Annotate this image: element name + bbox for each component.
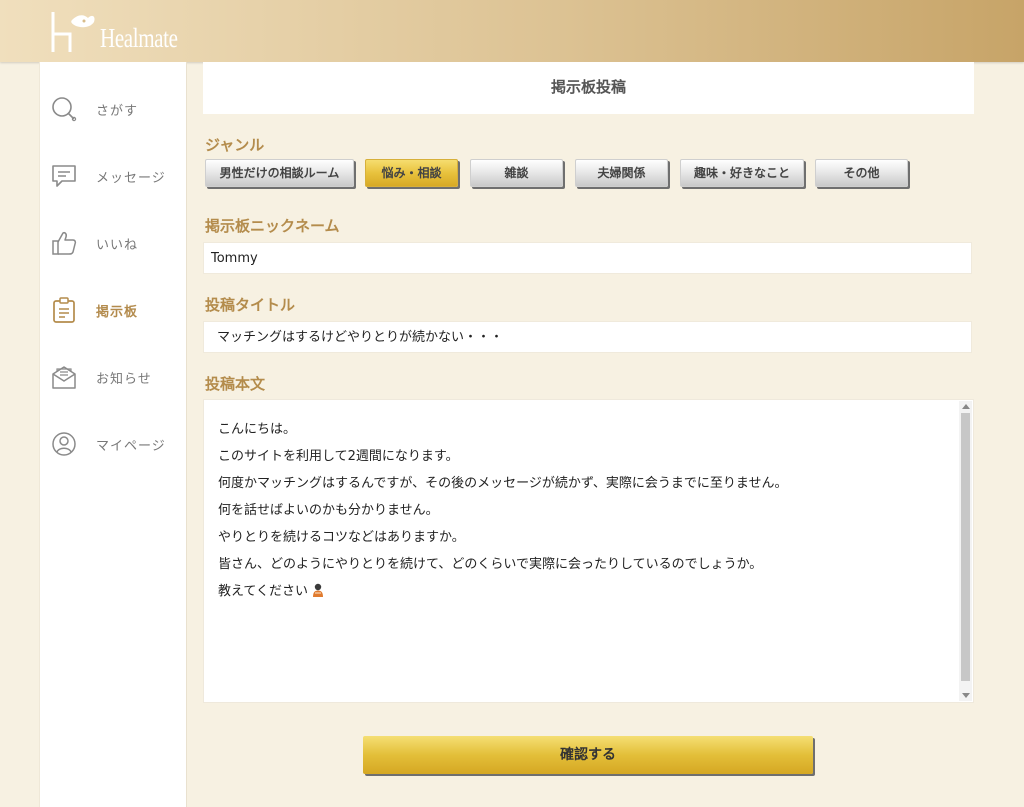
genre-option-other[interactable]: その他: [815, 159, 908, 187]
app-header: Healmate: [0, 0, 1024, 62]
sidebar-item-messages[interactable]: メッセージ: [50, 156, 180, 196]
healmate-logo[interactable]: Healmate: [48, 6, 199, 56]
post-body-textarea[interactable]: こんにちは。 このサイトを利用して2週間になります。 何度かマッチングはするんで…: [203, 399, 974, 703]
body-line: 何度かマッチングはするんですが、その後のメッセージが続かず、実際に会うまでに至り…: [218, 476, 788, 491]
user-icon: [52, 432, 76, 456]
scroll-thumb[interactable]: [961, 413, 970, 681]
sidebar-item-label: さがす: [96, 103, 139, 119]
genre-label: ジャンル: [205, 136, 265, 154]
sidebar-item-search[interactable]: さがす: [50, 89, 180, 129]
post-body-label: 投稿本文: [205, 375, 266, 393]
genre-option-hobby[interactable]: 趣味・好きなこと: [680, 159, 804, 187]
post-title-input[interactable]: マッチングはするけどやりとりが続かない・・・: [203, 321, 972, 353]
confirm-button[interactable]: 確認する: [363, 736, 813, 774]
body-line: このサイトを利用して2週間になります。: [218, 449, 459, 464]
textarea-scrollbar[interactable]: [959, 401, 972, 701]
sidebar: さがす メッセージ いいね 掲示板 お知らせ マイページ: [39, 62, 187, 807]
sidebar-item-likes[interactable]: いいね: [50, 223, 180, 263]
post-title-label: 投稿タイトル: [205, 296, 296, 314]
body-line-last: 教えてください: [218, 578, 788, 605]
genre-option-chat[interactable]: 雑談: [470, 159, 563, 187]
logo-text: Healmate: [100, 23, 178, 53]
logo-mark-icon: [51, 12, 95, 52]
sidebar-item-label: いいね: [96, 237, 139, 253]
body-line-text: 教えてください: [218, 584, 308, 599]
mail-icon: [52, 366, 76, 389]
scroll-up-icon[interactable]: [962, 404, 970, 409]
clipboard-icon: [53, 297, 75, 323]
body-line: 皆さん、どのようにやりとりを続けて、どのくらいで実際に会ったりしているのでしょう…: [218, 557, 763, 572]
sidebar-item-notices[interactable]: お知らせ: [50, 357, 180, 397]
nickname-label: 掲示板ニックネーム: [205, 217, 340, 235]
sidebar-item-mypage[interactable]: マイページ: [50, 424, 180, 464]
person-bowing-emoji-icon: [312, 583, 323, 597]
post-body-text: こんにちは。 このサイトを利用して2週間になります。 何度かマッチングはするんで…: [218, 416, 788, 605]
body-line: こんにちは。: [218, 422, 297, 437]
page-title: 掲示板投稿: [203, 62, 974, 114]
body-line: 何を話せばよいのかも分かりません。: [218, 503, 439, 518]
scroll-down-icon[interactable]: [962, 693, 970, 698]
sidebar-item-label: メッセージ: [96, 170, 166, 186]
nickname-input[interactable]: Tommy: [203, 242, 972, 274]
genre-option-couple[interactable]: 夫婦関係: [575, 159, 668, 187]
genre-option-worries[interactable]: 悩み・相談: [365, 159, 458, 187]
body-line: やりとりを続けるコツなどはありますか。: [218, 530, 465, 545]
sidebar-item-label: 掲示板: [96, 304, 139, 320]
message-icon: [52, 165, 76, 187]
thumbs-up-icon: [52, 232, 77, 255]
search-icon: [52, 97, 77, 122]
genre-option-mens-room[interactable]: 男性だけの相談ルーム: [205, 159, 354, 187]
sidebar-item-label: マイページ: [96, 438, 166, 454]
sidebar-item-label: お知らせ: [96, 371, 152, 387]
sidebar-item-board[interactable]: 掲示板: [50, 290, 180, 330]
